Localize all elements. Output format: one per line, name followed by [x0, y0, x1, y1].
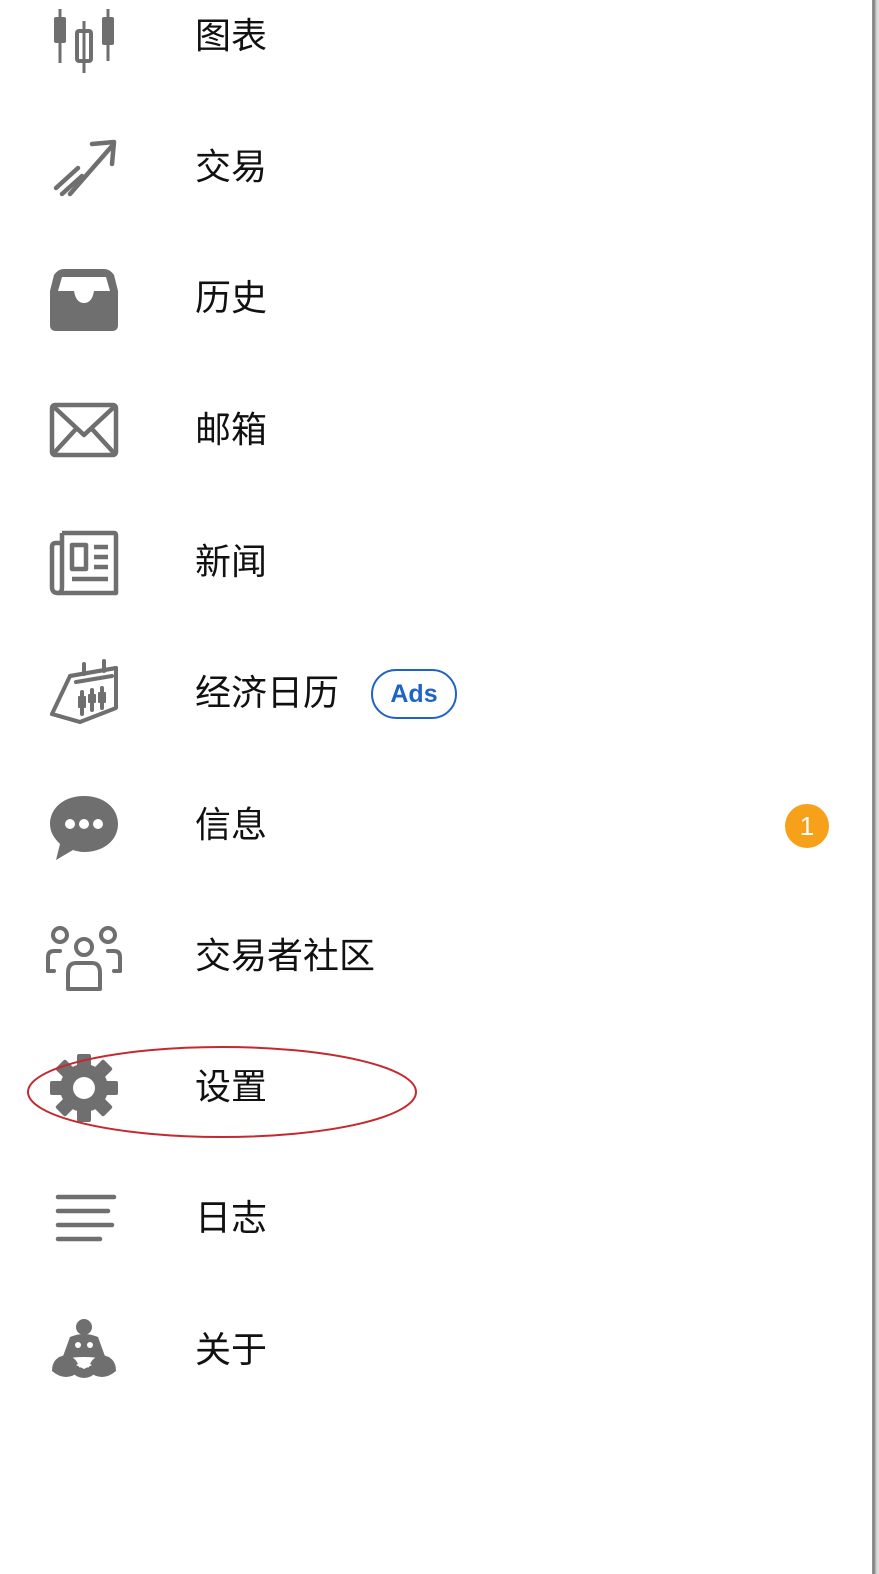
- menu-item-label: 关于: [195, 1330, 268, 1371]
- menu-item-about[interactable]: 关于: [0, 1296, 872, 1406]
- menu-item-label: 经济日历: [195, 673, 340, 714]
- menu-item-economic-calendar[interactable]: 经济日历 Ads: [0, 639, 872, 749]
- menu-item-journal[interactable]: 日志: [0, 1164, 872, 1274]
- menu-item-label: 邮箱: [195, 410, 268, 451]
- calendar-icon: [44, 654, 124, 734]
- inbox-tray-icon: [44, 259, 124, 339]
- menu-item-label: 设置: [195, 1067, 268, 1108]
- menu-item-traders-community[interactable]: 交易者社区: [0, 902, 872, 1012]
- drawer-edge-shadow: [872, 0, 879, 1574]
- menu-item-settings[interactable]: 设置: [0, 1033, 872, 1143]
- menu-item-news[interactable]: 新闻: [0, 508, 872, 618]
- menu-item-label: 交易: [195, 147, 268, 188]
- community-icon: [44, 917, 124, 997]
- menu-item-label: 信息: [195, 805, 268, 846]
- menu-item-mailbox[interactable]: 邮箱: [0, 376, 872, 486]
- trend-arrow-icon: [44, 128, 124, 208]
- lines-icon: [44, 1179, 124, 1259]
- menu-item-label: 历史: [195, 278, 268, 319]
- unread-count-badge: 1: [785, 804, 829, 848]
- ads-chip[interactable]: Ads: [371, 669, 457, 719]
- menu-item-messages[interactable]: 信息 1: [0, 771, 872, 881]
- menu-item-label: 图表: [195, 16, 268, 57]
- menu-item-history[interactable]: 历史: [0, 244, 872, 354]
- menu-item-label: 日志: [195, 1198, 268, 1239]
- chat-bubble-icon: [44, 786, 124, 866]
- gear-icon: [44, 1048, 124, 1128]
- navigation-drawer: 图表 交易 历史 邮箱 新闻 经济日历 Ads 信息 1 交易者社区 设置 日志…: [0, 0, 872, 1574]
- menu-item-trade[interactable]: 交易: [0, 113, 872, 223]
- menu-item-charts[interactable]: 图表: [0, 0, 872, 92]
- logo-icon: [44, 1311, 124, 1391]
- newspaper-icon: [44, 523, 124, 603]
- menu-item-label: 新闻: [195, 542, 268, 583]
- candlestick-icon: [44, 0, 124, 77]
- envelope-icon: [44, 391, 124, 471]
- menu-item-label: 交易者社区: [195, 936, 376, 977]
